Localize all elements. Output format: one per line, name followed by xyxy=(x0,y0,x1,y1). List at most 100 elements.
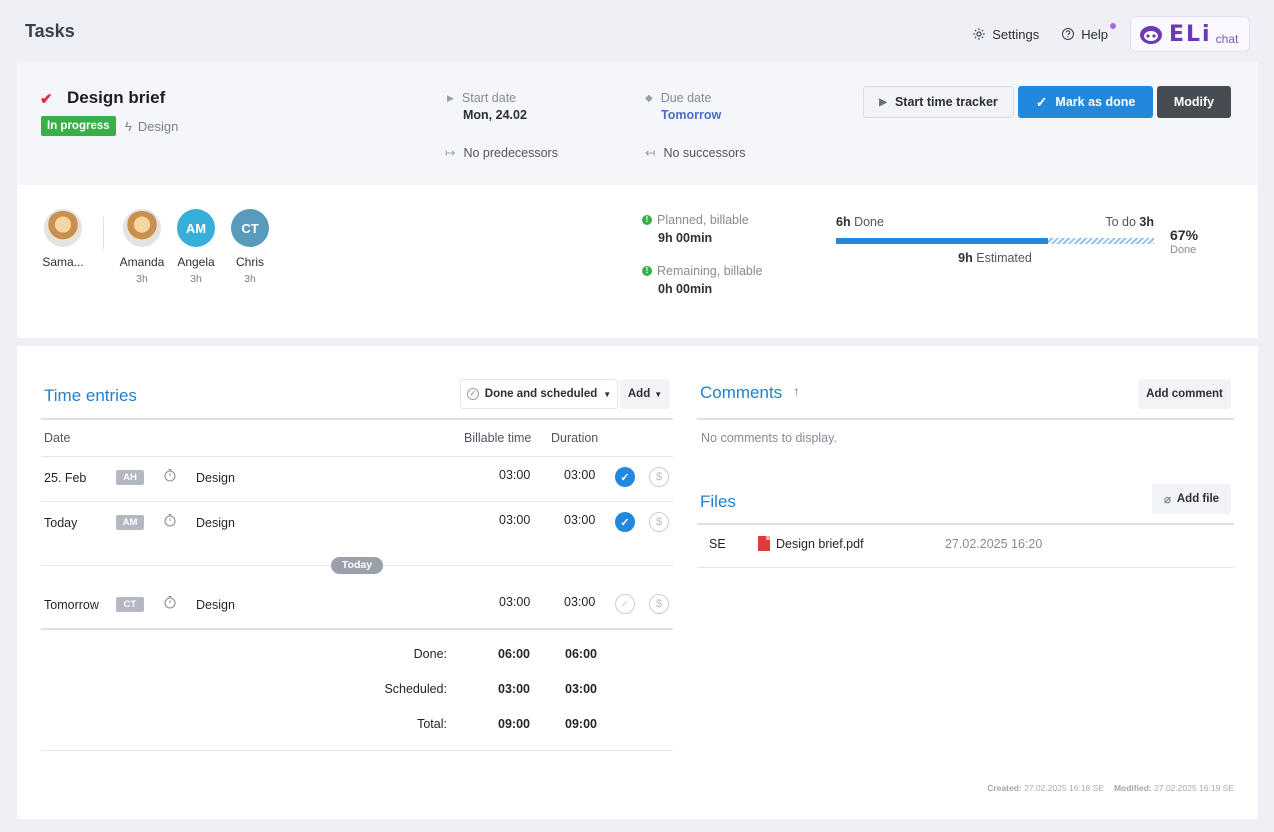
member-angela[interactable]: AM Angela 3h xyxy=(166,209,226,285)
remaining-label: Remaining, billable xyxy=(657,264,763,278)
created-value: 27.02.2025 16:18 SE xyxy=(1024,783,1104,793)
progress-section: 6h Done To do 3h 9h Estimated xyxy=(836,215,1154,265)
top-actions: Settings Help ELi chat xyxy=(972,16,1250,52)
avatar: AM xyxy=(177,209,215,247)
modified-label: Modified: xyxy=(1113,783,1152,793)
diamond-icon: ◆ xyxy=(645,92,653,104)
avatar: CT xyxy=(231,209,269,247)
sort-arrow-icon[interactable]: ↑ xyxy=(793,383,800,399)
divider xyxy=(697,567,1234,568)
divider xyxy=(41,628,673,630)
modify-button[interactable]: Modify xyxy=(1157,86,1231,118)
file-owner: SE xyxy=(709,537,726,551)
successors[interactable]: ↤ No successors xyxy=(645,145,746,161)
member-amanda[interactable]: Amanda 3h xyxy=(112,209,172,285)
entry-date: Tomorrow xyxy=(44,598,99,612)
file-date: 27.02.2025 16:20 xyxy=(945,537,1043,551)
member-hours: 3h xyxy=(136,273,148,285)
info-icon: ! xyxy=(642,266,652,276)
start-date: ▶ Start date Mon, 24.02 xyxy=(447,91,527,122)
summary-row-scheduled: Scheduled: 03:00 03:00 xyxy=(41,682,673,702)
files-title: Files xyxy=(700,492,736,511)
successors-label: No successors xyxy=(663,145,746,160)
avatar xyxy=(44,209,82,247)
planned-value: 9h 00min xyxy=(658,231,713,245)
member-hours: 3h xyxy=(244,273,256,285)
remaining-billable: ! Remaining, billable 0h 00min xyxy=(642,264,763,296)
col-duration: Duration xyxy=(551,431,599,445)
due-date: ◆ Due date Tomorrow xyxy=(645,91,721,122)
settings-link[interactable]: Settings xyxy=(972,17,1039,51)
eli-chat-label: chat xyxy=(1215,32,1239,46)
pdf-file-icon xyxy=(758,536,770,551)
settings-label: Settings xyxy=(992,26,1040,42)
caret-down-icon: ▼ xyxy=(654,389,663,399)
entry-duration: 03:00 xyxy=(564,513,596,527)
eli-chat-button[interactable]: ELi chat xyxy=(1130,16,1250,52)
todo-label: To do xyxy=(1105,215,1136,229)
gear-icon xyxy=(973,28,985,40)
header-buttons: ▶ Start time tracker ✓ Mark as done Modi… xyxy=(863,86,1231,118)
stopwatch-icon xyxy=(164,468,176,482)
divider xyxy=(697,523,1234,525)
due-date-value: Tomorrow xyxy=(661,108,722,122)
entry-billable: 03:00 xyxy=(499,468,531,482)
arrow-left-icon: ↤ xyxy=(645,146,656,160)
start-time-tracker-button[interactable]: ▶ Start time tracker xyxy=(863,86,1014,118)
table-row[interactable]: Tomorrow CT Design 03:00 03:00 ✓ $ xyxy=(41,583,673,627)
done-check-icon[interactable]: ✓ xyxy=(615,467,635,487)
divider xyxy=(41,418,673,420)
divider xyxy=(103,217,104,249)
dollar-icon[interactable]: $ xyxy=(649,512,669,532)
member-name: Chris xyxy=(235,255,264,269)
user-initials: AM xyxy=(116,515,144,530)
details-card: Time entries ✓ Done and scheduled ▼ Add … xyxy=(17,346,1258,819)
created-label: Created: xyxy=(987,783,1022,793)
stopwatch-icon xyxy=(164,595,176,609)
dollar-icon[interactable]: $ xyxy=(649,594,669,614)
file-row[interactable]: SE Design brief.pdf 27.02.2025 16:20 xyxy=(697,526,1234,568)
table-row[interactable]: 25. Feb AH Design 03:00 03:00 ✓ $ xyxy=(41,456,673,500)
divider xyxy=(697,418,1234,420)
modified-value: 27.02.2025 16:19 SE xyxy=(1154,783,1234,793)
check-icon: ✓ xyxy=(1035,93,1048,110)
paperclip-icon: ⌀ xyxy=(1163,494,1171,506)
done-check-icon[interactable]: ✓ xyxy=(615,594,635,614)
top-bar: Tasks Settings Help ELi chat xyxy=(0,0,1274,62)
done-check-icon[interactable]: ✓ xyxy=(615,512,635,532)
checkmark-icon: ✔ xyxy=(40,91,53,108)
add-file-button[interactable]: ⌀ Add file xyxy=(1152,484,1231,514)
planned-label: Planned, billable xyxy=(657,213,749,227)
filter-dropdown[interactable]: ✓ Done and scheduled ▼ xyxy=(460,379,618,409)
summary-row-total: Total: 09:00 09:00 xyxy=(41,717,673,737)
owner-member[interactable]: Sama... xyxy=(33,209,93,269)
member-chris[interactable]: CT Chris 3h xyxy=(220,209,280,285)
summary-duration: 09:00 xyxy=(565,717,597,731)
add-comment-button[interactable]: Add comment xyxy=(1138,379,1231,409)
play-icon: ▶ xyxy=(879,96,887,108)
predecessors[interactable]: ↦ No predecessors xyxy=(445,145,558,161)
eli-logo: ELi xyxy=(1169,21,1212,47)
summary-duration: 06:00 xyxy=(565,647,597,661)
status-badge: In progress xyxy=(41,116,116,136)
play-icon: ▶ xyxy=(447,92,454,103)
no-comments-text: No comments to display. xyxy=(701,431,837,445)
dollar-icon[interactable]: $ xyxy=(649,467,669,487)
arrow-right-icon: ↦ xyxy=(445,146,456,160)
question-circle-icon xyxy=(1062,27,1075,41)
file-name-link[interactable]: Design brief.pdf xyxy=(776,537,864,551)
done-summary: 6h Done xyxy=(836,215,884,229)
entry-date: Today xyxy=(44,516,78,530)
add-entry-button[interactable]: Add ▼ xyxy=(620,379,670,409)
start-time-tracker-label: Start time tracker xyxy=(894,95,998,109)
help-link[interactable]: Help xyxy=(1061,17,1116,51)
predecessors-label: No predecessors xyxy=(463,145,558,160)
done-hours: 6h xyxy=(836,215,851,229)
team-card: Sama... Amanda 3h AM Angela 3h CT Chris … xyxy=(17,185,1258,338)
percent-label: Done xyxy=(1170,244,1197,256)
table-row[interactable]: Today AM Design 03:00 03:00 ✓ $ xyxy=(41,501,673,545)
notification-dot xyxy=(1110,23,1116,29)
task-title: Design brief xyxy=(67,88,166,107)
filter-label: Done and scheduled xyxy=(484,388,598,400)
mark-as-done-button[interactable]: ✓ Mark as done xyxy=(1018,86,1153,118)
